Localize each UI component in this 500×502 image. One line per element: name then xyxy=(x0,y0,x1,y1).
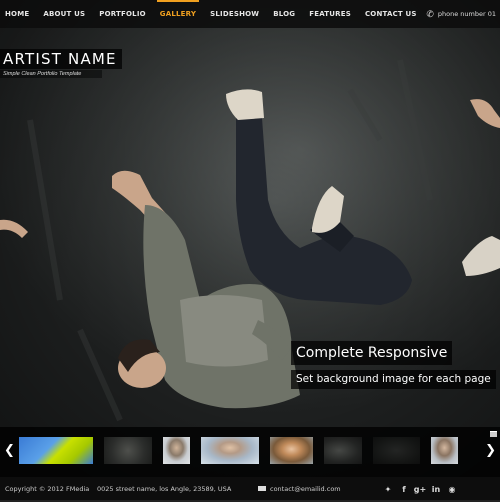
chevron-left-icon[interactable]: ❮ xyxy=(4,443,15,458)
social-links: ✦ f g+ in ◉ xyxy=(380,477,460,500)
thumb-portrait-glasses[interactable] xyxy=(201,437,259,464)
thumb-yellow-fabric[interactable] xyxy=(19,437,93,464)
phone-number: phone number 01 xyxy=(437,10,496,18)
nav-contact-us[interactable]: CONTACT US xyxy=(358,0,424,28)
slide-subtitle: Set background image for each page xyxy=(291,370,496,389)
phone-contact: ✆ phone number 01 xyxy=(426,0,496,28)
top-navigation-bar: HOME ABOUT US PORTFOLIO GALLERY SLIDESHO… xyxy=(0,0,500,28)
nav-gallery[interactable]: GALLERY xyxy=(153,0,203,28)
main-menu: HOME ABOUT US PORTFOLIO GALLERY SLIDESHO… xyxy=(0,0,424,28)
copyright-text: Copyright © 2012 FMedia xyxy=(5,485,90,493)
thumb-dark-scene[interactable] xyxy=(373,437,420,464)
slide-title: Complete Responsive xyxy=(291,341,453,365)
nav-portfolio[interactable]: PORTFOLIO xyxy=(92,0,152,28)
email-contact[interactable]: contact@emailid.com xyxy=(258,477,341,502)
address-text: 0025 street name, los Angle, 23589, USA xyxy=(97,485,232,493)
google-plus-icon[interactable]: g+ xyxy=(412,477,428,500)
nav-about-us[interactable]: ABOUT US xyxy=(36,0,92,28)
footer-bar: Copyright © 2012 FMedia 0025 street name… xyxy=(0,477,500,500)
rss-icon[interactable]: ◉ xyxy=(444,477,460,500)
thumb-dancer-grey[interactable] xyxy=(104,437,152,464)
thumb-dark-figure[interactable] xyxy=(324,437,362,464)
thumbnail-toggle-icon[interactable] xyxy=(490,431,497,437)
brand-block: ARTIST NAME Simple Clean Portfolio Templ… xyxy=(0,49,122,78)
nav-home[interactable]: HOME xyxy=(0,0,36,28)
chevron-right-icon[interactable]: ❯ xyxy=(485,443,496,458)
nav-blog[interactable]: BLOG xyxy=(266,0,302,28)
thumb-portrait-man[interactable] xyxy=(163,437,190,464)
facebook-icon[interactable]: f xyxy=(396,477,412,500)
nav-features[interactable]: FEATURES xyxy=(302,0,358,28)
email-text[interactable]: contact@emailid.com xyxy=(270,485,341,493)
artist-name[interactable]: ARTIST NAME xyxy=(0,49,122,69)
mail-icon xyxy=(258,486,266,491)
linkedin-icon[interactable]: in xyxy=(428,477,444,500)
nav-slideshow[interactable]: SLIDESHOW xyxy=(203,0,266,28)
thumb-portrait-woman[interactable] xyxy=(270,437,313,464)
thumbnail-strip: ❮ ❯ xyxy=(0,427,500,477)
thumb-portrait-man-2[interactable] xyxy=(431,437,458,464)
brand-tagline: Simple Clean Portfolio Template xyxy=(0,70,102,78)
phone-icon: ✆ xyxy=(426,10,434,20)
twitter-icon[interactable]: ✦ xyxy=(380,477,396,500)
